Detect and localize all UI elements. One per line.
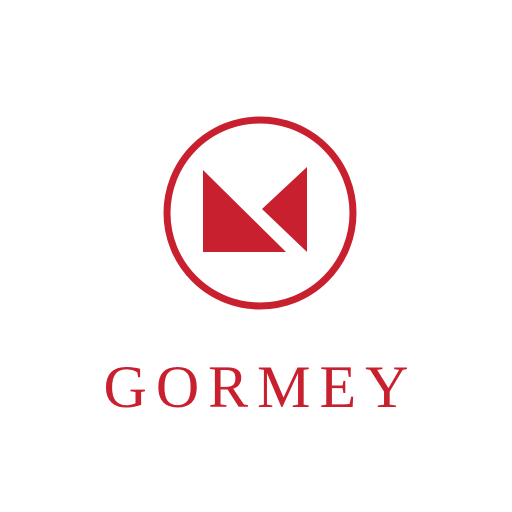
brand-wordmark: GORMEY [103, 354, 418, 420]
logo: GORMEY [0, 0, 512, 512]
m-monogram-circle-icon [163, 116, 357, 310]
emblem-ring [163, 116, 357, 310]
